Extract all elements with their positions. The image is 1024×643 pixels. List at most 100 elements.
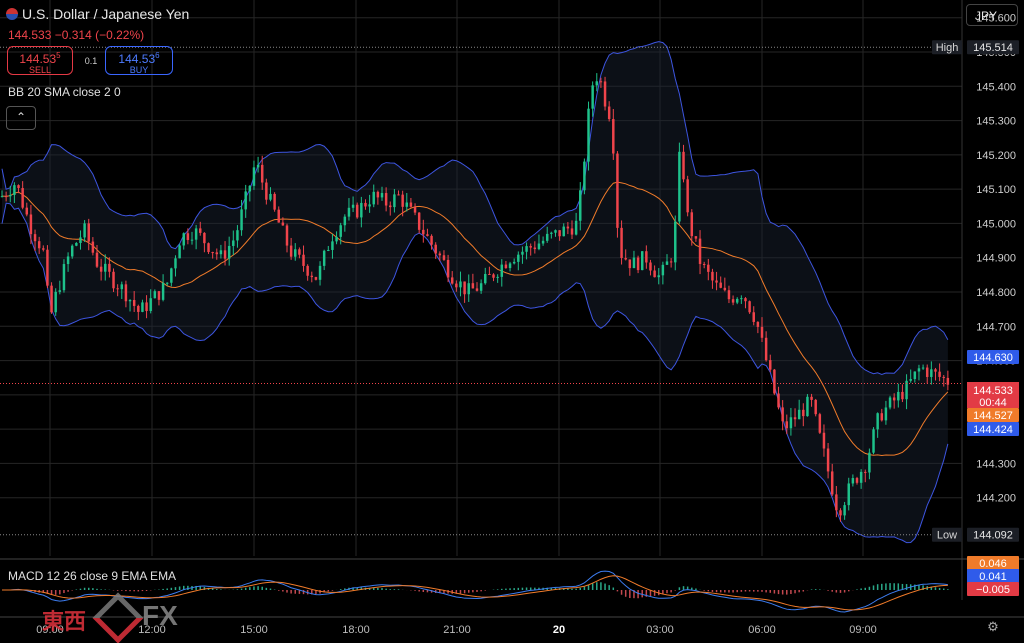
last-price-tag: 144.533 (973, 385, 1013, 397)
candle-body (417, 212, 421, 230)
currency-select[interactable]: JPY (966, 4, 1018, 26)
candle-body (62, 264, 66, 291)
candle-body (186, 233, 190, 241)
x-tick-label: 15:00 (240, 624, 268, 636)
candle-body (657, 275, 660, 278)
candle-body (347, 207, 351, 217)
candle-body (0, 196, 4, 198)
candle-body (603, 81, 607, 107)
change-value: −0.314 (−0.22%) (54, 28, 145, 42)
candle-body (236, 230, 239, 241)
candle-body (496, 276, 499, 278)
candle-body (29, 214, 33, 235)
candle-body (83, 223, 86, 238)
sell-button[interactable]: 144.535 SELL (7, 46, 73, 75)
y-tick-label: 144.300 (976, 458, 1016, 470)
bar-countdown: 00:44 (979, 397, 1007, 409)
candle-body (42, 248, 45, 250)
candle-body (554, 230, 557, 233)
candle-body (397, 194, 400, 196)
candle-body (75, 242, 78, 246)
candle-body (830, 471, 834, 495)
candle-body (145, 302, 148, 312)
candle-body (607, 106, 611, 120)
candle-body (802, 409, 805, 417)
candle-body (616, 153, 619, 228)
candle-body (368, 204, 371, 207)
candle-body (339, 225, 342, 237)
y-tick-label: 145.400 (976, 81, 1016, 93)
candle-body (190, 239, 194, 241)
y-tick-label: 145.300 (976, 116, 1016, 128)
macd-indicator-label[interactable]: MACD 12 26 close 9 EMA EMA (8, 569, 176, 583)
candle-body (157, 291, 161, 300)
candle-body (698, 238, 702, 264)
candle-body (219, 250, 223, 255)
candle-body (810, 396, 813, 400)
candle-body (54, 291, 57, 313)
candle-body (120, 284, 124, 290)
buy-price-main: 144.53 (118, 52, 156, 66)
candle-body (66, 256, 70, 265)
candle-body (537, 243, 541, 250)
candle-body (99, 266, 103, 272)
collapse-indicators-button[interactable]: ⌃ (6, 106, 36, 130)
y-tick-label: 144.800 (976, 287, 1016, 299)
macd-signal-tag: 0.046 (979, 558, 1007, 570)
x-tick-label: 20 (553, 624, 565, 636)
price-chart[interactable]: 145.600145.500145.400145.300145.200145.1… (0, 0, 1024, 640)
candle-body (872, 429, 875, 453)
candle-body (331, 241, 334, 250)
candle-body (405, 202, 409, 207)
y-tick-label: 144.900 (976, 253, 1016, 265)
candle-body (256, 164, 260, 168)
high-value: 145.514 (973, 42, 1013, 54)
candle-body (529, 246, 532, 248)
bb-indicator-label[interactable]: BB 20 SMA close 2 0 (8, 85, 121, 99)
candle-body (372, 191, 375, 205)
candle-body (525, 246, 528, 252)
candle-body (492, 274, 495, 278)
y-tick-label: 145.100 (976, 184, 1016, 196)
candle-body (355, 204, 359, 218)
candle-body (442, 255, 446, 260)
candle-body (426, 234, 429, 236)
candle-body (760, 326, 764, 338)
candle-body (182, 233, 185, 246)
candle-body (909, 379, 912, 381)
candle-body (826, 448, 830, 472)
candle-body (595, 81, 599, 86)
settings-gear-icon[interactable]: ⚙ (985, 619, 1001, 635)
buy-price: 144.536 (106, 50, 172, 65)
candle-body (124, 284, 128, 302)
candle-body (223, 250, 227, 259)
buy-button[interactable]: 144.536 BUY (105, 46, 173, 75)
candle-body (302, 254, 305, 266)
candle-body (694, 236, 698, 239)
candle-body (781, 407, 784, 422)
candle-body (37, 241, 41, 249)
candle-body (579, 190, 582, 221)
candle-body (934, 369, 937, 372)
candle-body (149, 298, 152, 312)
x-tick-label: 18:00 (342, 624, 370, 636)
candle-body (298, 249, 301, 255)
candle-body (422, 229, 425, 235)
candle-body (389, 205, 392, 208)
low-label: Low (937, 530, 957, 542)
candle-body (161, 282, 165, 300)
candle-body (471, 283, 475, 289)
candle-body (479, 283, 483, 291)
candle-body (269, 193, 272, 200)
candle-body (252, 167, 256, 186)
candle-body (141, 302, 144, 312)
candle-body (521, 251, 524, 255)
candle-body (550, 232, 553, 234)
candle-body (244, 191, 247, 210)
candle-body (203, 232, 206, 244)
candle-body (265, 182, 268, 200)
candle-body (719, 282, 722, 288)
candle-body (137, 305, 140, 312)
candle-body (232, 240, 235, 246)
candle-body (475, 288, 479, 291)
